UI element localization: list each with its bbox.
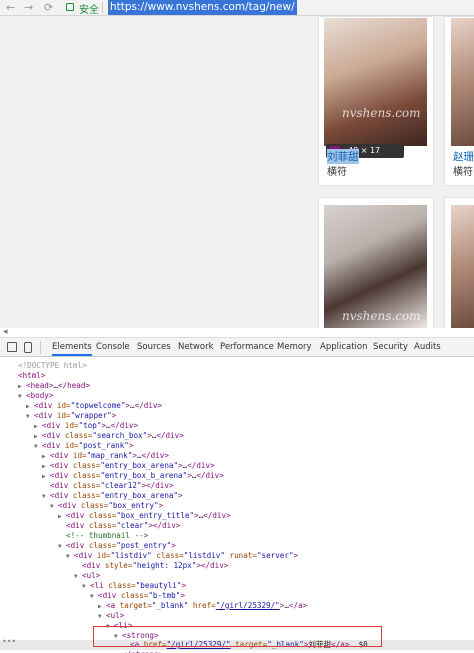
back-icon[interactable]: ←	[6, 1, 15, 14]
model-name-link[interactable]: 赵珊	[453, 149, 474, 164]
dom-node[interactable]: ▼ <li class="beautyli">	[0, 581, 474, 591]
dom-node[interactable]: ▶ <div id="top">…</div>	[0, 421, 474, 431]
url-field[interactable]: https://www.nvshens.com/tag/new/	[108, 0, 297, 15]
security-label: 安全	[79, 5, 99, 16]
model-photo[interactable]: nvshens.com	[324, 18, 427, 146]
dom-node[interactable]: <div class="clear12"></div>	[0, 481, 474, 491]
model-name-link[interactable]: 刘菲甜	[327, 149, 359, 164]
dom-node[interactable]: ▶ <a target="_blank" href="/girl/25329/">…	[0, 601, 474, 611]
dom-node[interactable]: ▼ <ul>	[0, 611, 474, 621]
tab-application[interactable]: Application	[320, 342, 368, 352]
address-divider	[102, 2, 103, 13]
model-subtitle: 横符	[453, 167, 473, 178]
browser-address-bar: ← → ⟳ 安全 https://www.nvshens.com/tag/new…	[0, 0, 474, 16]
dom-node[interactable]: <!-- thumbnail -->	[0, 531, 474, 541]
dom-node[interactable]: ▶ <div class="search_box">…</div>	[0, 431, 474, 441]
dom-node[interactable]: ▼ <div class="entry_box_arena">	[0, 491, 474, 501]
elements-dom-tree: <!DOCTYPE html> <html> ▶ <head>…</head> ▼ <bo…	[0, 357, 474, 653]
dom-node[interactable]: ▶ <div class="entry_box_b_arena">…</div>	[0, 471, 474, 481]
dom-node[interactable]: ▼ <div class="post_entry">	[0, 541, 474, 551]
photo-watermark: nvshens.com	[342, 309, 421, 323]
page-viewport: nvshens.com a 48 × 17 刘菲甜 横符 赵珊 横符 nvshe…	[0, 16, 474, 332]
dom-node[interactable]: <!DOCTYPE html>	[0, 361, 474, 371]
dom-node[interactable]: ▶ <div id="map_rank">…</div>	[0, 451, 474, 461]
model-photo[interactable]	[451, 18, 474, 146]
dom-node[interactable]: <div class="clear"></div>	[0, 521, 474, 531]
dom-node[interactable]: ▼ <div id="listdiv" class="listdiv" runat…	[0, 551, 474, 561]
dom-node[interactable]: ▼ <div class="b-tmb">	[0, 591, 474, 601]
dom-node[interactable]: ▼ <div id="post_rank">	[0, 441, 474, 451]
reload-icon[interactable]: ⟳	[44, 1, 53, 14]
dom-node[interactable]: ▼ <body>	[0, 391, 474, 401]
lock-icon	[66, 3, 74, 11]
tab-memory[interactable]: Memory	[277, 342, 312, 352]
tab-elements[interactable]: Elements	[52, 342, 92, 356]
devtools-resize-handle[interactable]: ◂	[0, 327, 474, 338]
inspect-element-icon[interactable]	[7, 342, 17, 352]
photo-watermark: nvshens.com	[342, 106, 421, 120]
model-photo[interactable]	[451, 205, 474, 328]
dom-node[interactable]: ▼ <div class="box_entry">	[0, 501, 474, 511]
scroll-left-icon[interactable]: ◂	[3, 327, 8, 337]
tab-sources[interactable]: Sources	[137, 342, 171, 352]
tab-network[interactable]: Network	[178, 342, 214, 352]
tab-divider	[40, 341, 41, 354]
highlight-annotation-box	[93, 626, 382, 647]
model-photo[interactable]: nvshens.com	[324, 205, 427, 328]
overflow-dots: •••	[2, 637, 17, 646]
dom-node[interactable]: ▼ <div id="wrapper">	[0, 411, 474, 421]
devtools-tab-bar: Elements Console Sources Network Perform…	[0, 338, 474, 357]
screenshot-root: ← → ⟳ 安全 https://www.nvshens.com/tag/new…	[0, 0, 474, 653]
tab-security[interactable]: Security	[373, 342, 408, 352]
tab-performance[interactable]: Performance	[220, 342, 274, 352]
dom-node[interactable]: <html>	[0, 371, 474, 381]
tab-audits[interactable]: Audits	[414, 342, 441, 352]
dom-node[interactable]: ▼ <ul>	[0, 571, 474, 581]
forward-icon[interactable]: →	[24, 1, 33, 14]
dom-node[interactable]: ▶ <div class="box_entry_title">…</div>	[0, 511, 474, 521]
device-toolbar-icon[interactable]	[24, 342, 32, 353]
dom-node[interactable]: ▶ <div class="entry_box_arena">…</div>	[0, 461, 474, 471]
dom-node[interactable]: ▶ <head>…</head>	[0, 381, 474, 391]
dom-node[interactable]: <div style="height: 12px"></div>	[0, 561, 474, 571]
model-subtitle: 横符	[327, 167, 347, 178]
dom-node[interactable]: ▶ <div id="topwelcome">…</div>	[0, 401, 474, 411]
tab-console[interactable]: Console	[96, 342, 130, 352]
